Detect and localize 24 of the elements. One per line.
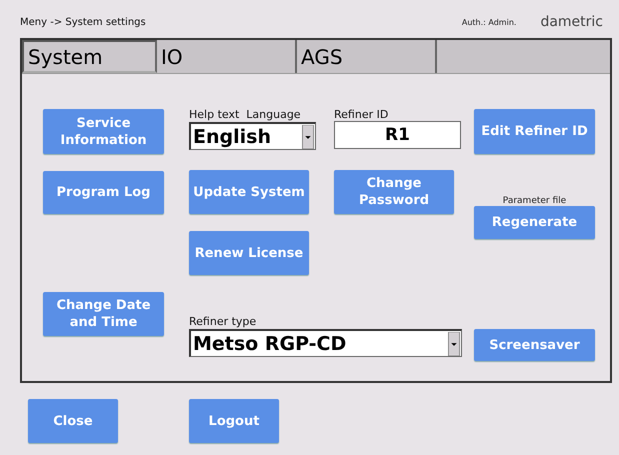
renew-license-button[interactable]: Renew License bbox=[189, 231, 309, 275]
breadcrumb: Meny -> System settings bbox=[20, 16, 146, 28]
parameter-file-label: Parameter file bbox=[502, 196, 566, 206]
auth-level: Auth.: Admin. bbox=[462, 18, 516, 26]
screensaver-button[interactable]: Screensaver bbox=[474, 329, 595, 361]
language-dropdown[interactable]: English bbox=[189, 122, 316, 150]
service-information-button[interactable]: Service Information bbox=[43, 109, 164, 154]
tab[interactable]: System bbox=[22, 40, 157, 73]
logo: dametric bbox=[540, 14, 603, 30]
change-password-button[interactable]: Change Password bbox=[334, 170, 454, 214]
regenerate-button[interactable]: Regenerate bbox=[474, 206, 595, 239]
footer-button[interactable]: Logout bbox=[189, 399, 279, 443]
dropdown-arrow-icon bbox=[448, 332, 460, 356]
edit-refiner-id-button[interactable]: Edit Refiner ID bbox=[474, 109, 595, 154]
refiner-type-label: Refiner type bbox=[189, 316, 256, 328]
refiner-id-field[interactable]: R1 bbox=[334, 121, 461, 149]
footer-button[interactable]: Close bbox=[28, 399, 118, 443]
update-system-button[interactable]: Update System bbox=[189, 170, 309, 214]
help-language-label: Help text Language bbox=[189, 109, 301, 121]
refiner-type-dropdown[interactable]: Metso RGP-CD bbox=[189, 329, 462, 357]
refiner-id-label: Refiner ID bbox=[334, 109, 388, 121]
dropdown-arrow-icon bbox=[302, 124, 314, 148]
program-log-button[interactable]: Program Log bbox=[43, 171, 164, 214]
change-date-time-button[interactable]: Change Date and Time bbox=[43, 292, 164, 336]
